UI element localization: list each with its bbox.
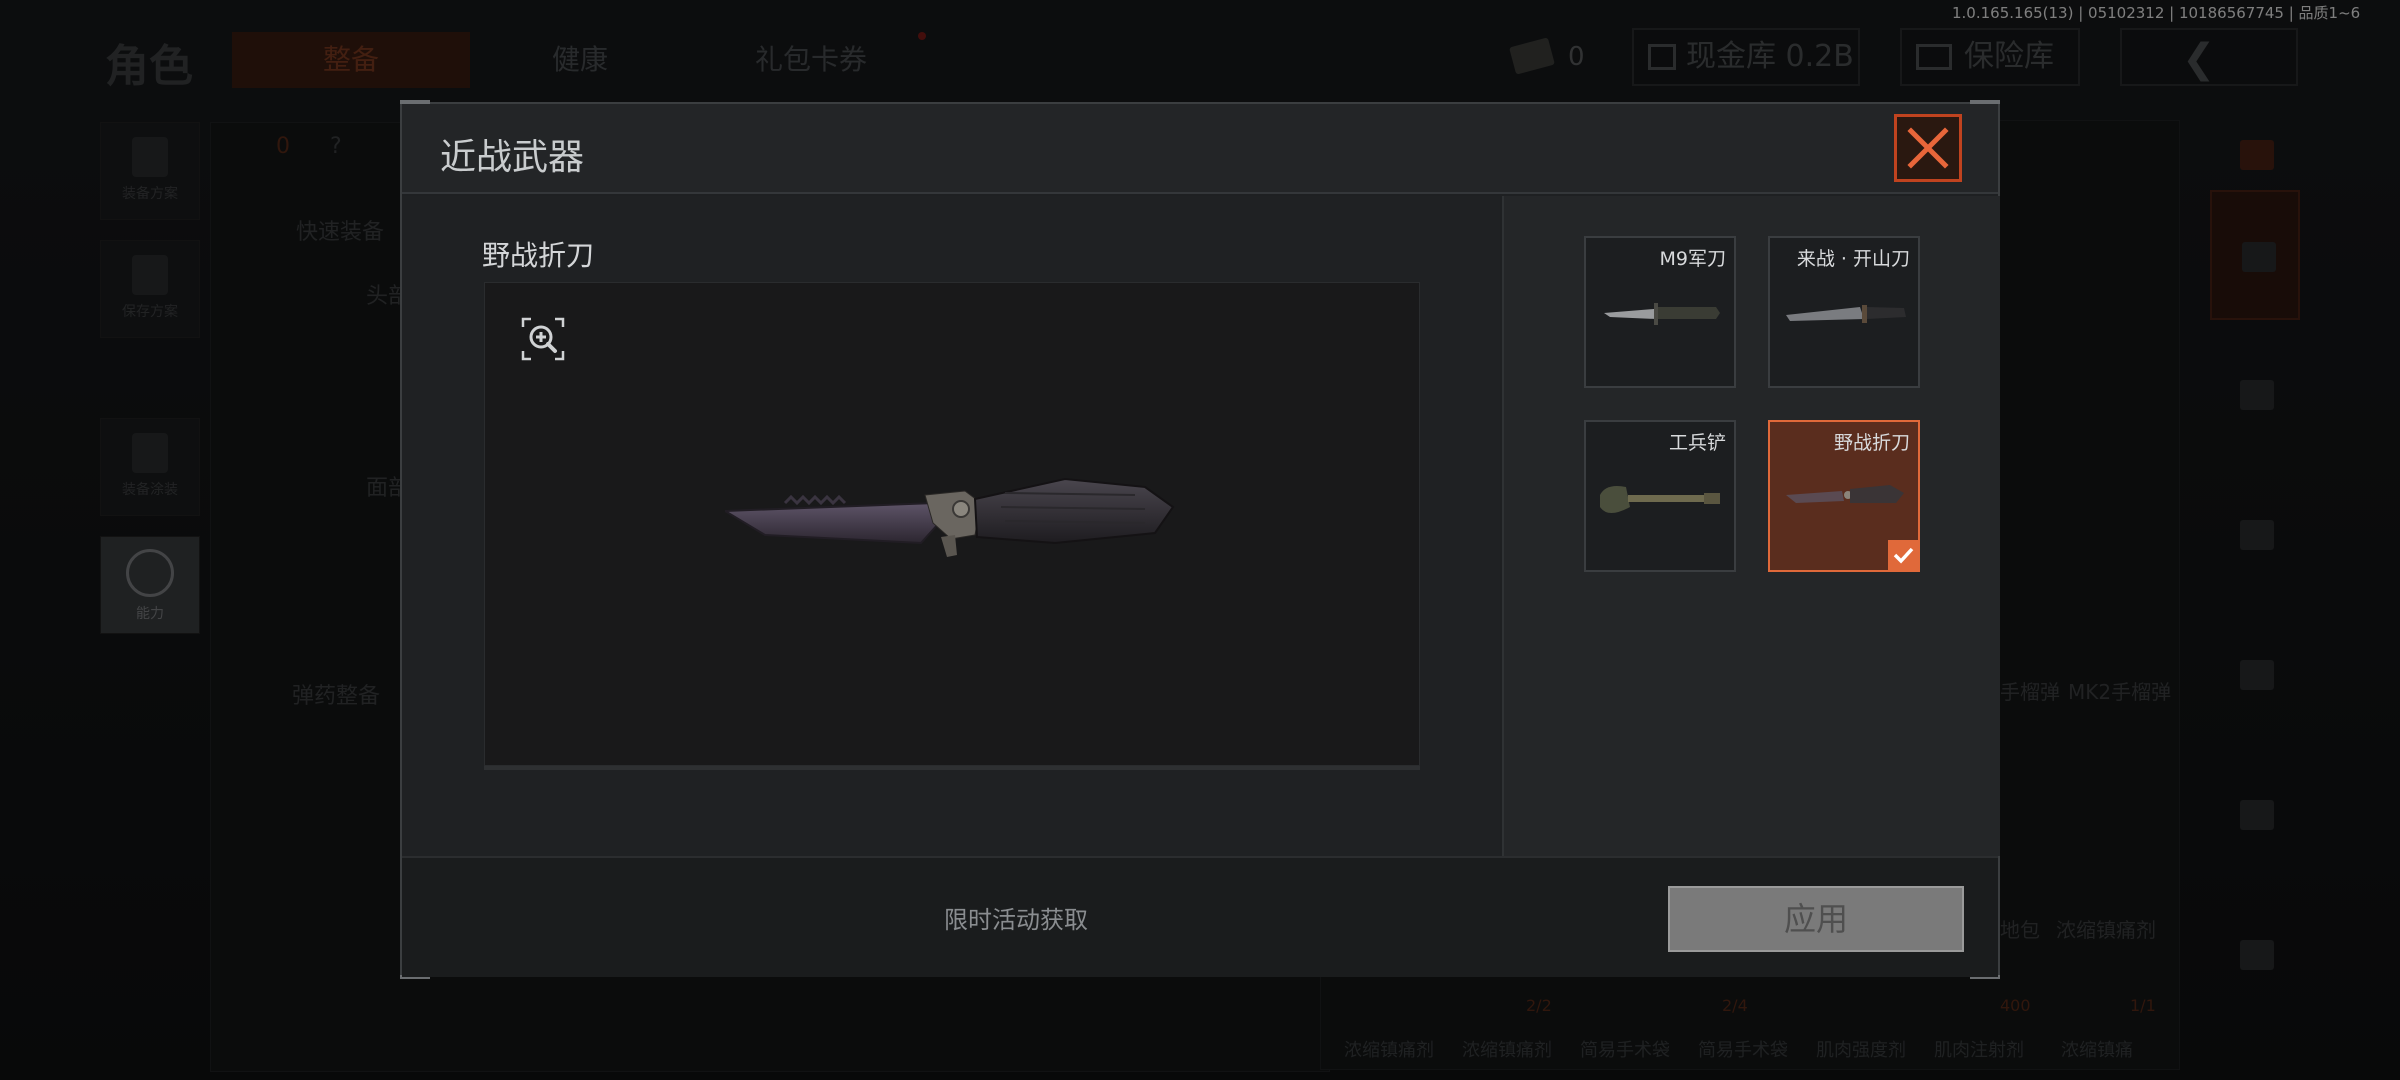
dialog-header: 近战武器 bbox=[402, 104, 1998, 194]
preview-divider bbox=[484, 766, 1420, 770]
close-button[interactable] bbox=[1894, 114, 1962, 182]
m9-bayonet-icon bbox=[1604, 303, 1720, 325]
weapon-card-label: M9军刀 bbox=[1659, 248, 1726, 270]
weapon-card-shovel[interactable]: 工兵铲 bbox=[1584, 420, 1736, 572]
weapon-card-m9[interactable]: M9军刀 bbox=[1584, 236, 1736, 388]
selected-item-name: 野战折刀 bbox=[482, 239, 595, 272]
zoom-icon bbox=[521, 317, 565, 361]
close-icon bbox=[1907, 127, 1949, 169]
melee-weapon-dialog: 近战武器 野战折刀 M9军刀 来战 · 开山刀 工兵铲 野战折刀 限时活动获取 … bbox=[400, 100, 2000, 979]
weapon-card-label: 野战折刀 bbox=[1833, 432, 1910, 454]
weapon-card-label: 工兵铲 bbox=[1668, 432, 1726, 454]
knife-icon bbox=[721, 477, 1175, 557]
weapon-card-field-knife[interactable]: 野战折刀 bbox=[1768, 420, 1920, 572]
shovel-icon bbox=[1600, 486, 1720, 513]
dialog-title: 近战武器 bbox=[440, 137, 585, 178]
field-knife-image bbox=[721, 473, 1185, 587]
field-knife-icon bbox=[1786, 485, 1904, 503]
dialog-footer: 限时活动获取 应用 bbox=[402, 856, 1998, 977]
check-icon bbox=[1893, 547, 1914, 564]
weapon-card-label: 来战 · 开山刀 bbox=[1796, 248, 1910, 270]
apply-button[interactable]: 应用 bbox=[1668, 886, 1964, 952]
weapon-card-machete[interactable]: 来战 · 开山刀 bbox=[1768, 236, 1920, 388]
machete-icon bbox=[1786, 305, 1906, 323]
item-3d-preview[interactable] bbox=[484, 282, 1420, 766]
acquire-method-text: 限时活动获取 bbox=[944, 906, 1088, 934]
zoom-button[interactable] bbox=[521, 317, 565, 361]
selected-check bbox=[1888, 540, 1918, 570]
weapon-list: M9军刀 来战 · 开山刀 工兵铲 野战折刀 bbox=[1502, 196, 2000, 856]
